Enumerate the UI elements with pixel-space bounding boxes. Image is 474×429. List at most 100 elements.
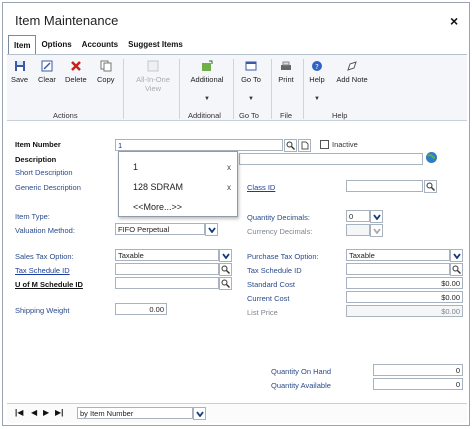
description-label: Description: [15, 155, 57, 164]
sort-order-select[interactable]: by Item Number: [77, 407, 193, 419]
close-icon[interactable]: ×: [450, 13, 458, 29]
purchase-tax-schedule-id-label: Tax Schedule ID: [247, 266, 302, 275]
tab-item[interactable]: Item: [8, 35, 37, 55]
purchase-tax-schedule-id-input[interactable]: [346, 263, 450, 275]
item-lookup-button[interactable]: [284, 139, 297, 152]
item-note-button[interactable]: [298, 139, 311, 152]
class-id-lookup-button[interactable]: [424, 180, 437, 193]
generic-description-label: Generic Description: [15, 183, 81, 192]
sales-tax-option-select[interactable]: Taxable: [115, 249, 219, 261]
help-dropdown-icon[interactable]: ▼: [314, 96, 320, 102]
all-in-one-view-button[interactable]: All-In-One View: [131, 59, 175, 93]
ribbon-separator: [303, 59, 304, 119]
tax-schedule-lookup-button[interactable]: [219, 263, 232, 276]
copy-button[interactable]: Copy: [97, 59, 115, 84]
goto-label: Go To: [241, 75, 261, 84]
ribbon-separator: [179, 59, 180, 119]
sort-order-dropdown-icon[interactable]: [193, 407, 206, 420]
copy-label: Copy: [97, 75, 115, 84]
note-icon: [301, 141, 308, 150]
additional-group-label: Additional: [188, 111, 221, 120]
search-icon: [221, 279, 230, 288]
add-note-icon: [345, 59, 359, 73]
actions-group-label: Actions: [53, 111, 78, 120]
print-button[interactable]: Print: [275, 59, 297, 84]
save-label: Save: [11, 75, 29, 84]
item-maintenance-window: Item Maintenance × Item Options Accounts…: [2, 2, 470, 426]
all-in-one-view-label-line2: View: [144, 84, 162, 93]
goto-button[interactable]: Go To: [238, 59, 264, 84]
class-id-link[interactable]: Class ID: [247, 183, 275, 192]
remove-suggestion-icon[interactable]: x: [227, 183, 231, 192]
class-id-input[interactable]: [346, 180, 423, 192]
save-button[interactable]: Save: [11, 59, 28, 84]
copy-icon: [99, 59, 113, 73]
previous-record-icon[interactable]: ◀: [31, 408, 37, 417]
search-icon: [221, 265, 230, 274]
svg-text:?: ?: [315, 63, 319, 71]
all-in-one-view-icon: [146, 59, 160, 73]
goto-dropdown-icon[interactable]: ▼: [248, 96, 254, 102]
currency-decimals-dropdown-icon: [370, 224, 383, 237]
autocomplete-item[interactable]: 128 SDRAM: [133, 182, 183, 192]
list-price-input: $0.00: [346, 305, 463, 317]
purchase-tax-option-dropdown-icon[interactable]: [450, 249, 463, 262]
window-title: Item Maintenance: [15, 13, 119, 28]
additional-dropdown-icon[interactable]: ▼: [204, 96, 210, 102]
additional-button[interactable]: Additional: [187, 59, 227, 84]
tab-bar: Item Options Accounts Suggest Items: [8, 35, 188, 55]
clear-icon: [40, 59, 54, 73]
uom-schedule-lookup-button[interactable]: [219, 277, 232, 290]
shipping-weight-label: Shipping Weight: [15, 306, 70, 315]
uom-schedule-id-input[interactable]: [115, 277, 219, 289]
help-group-label: Help: [332, 111, 348, 120]
description-input[interactable]: [239, 153, 423, 165]
record-navigation-bar: |◀ ◀ ▶ ▶| by Item Number: [7, 403, 467, 423]
clear-button[interactable]: Clear: [38, 59, 56, 84]
item-number-autocomplete-popup: 1 x 128 SDRAM x <<More...>>: [118, 151, 238, 217]
currency-decimals-select: [346, 224, 370, 236]
remove-suggestion-icon[interactable]: x: [227, 163, 231, 172]
valuation-method-dropdown-icon[interactable]: [205, 223, 218, 236]
tax-schedule-id-link[interactable]: Tax Schedule ID: [15, 266, 70, 275]
quantity-decimals-dropdown-icon[interactable]: [370, 210, 383, 223]
add-note-button[interactable]: Add Note: [332, 59, 372, 84]
list-price-label: List Price: [247, 308, 278, 317]
delete-button[interactable]: Delete: [65, 59, 87, 84]
shipping-weight-input[interactable]: 0.00: [115, 303, 167, 315]
search-icon: [452, 265, 461, 274]
tab-options[interactable]: Options: [36, 35, 76, 55]
sales-tax-option-dropdown-icon[interactable]: [219, 249, 232, 262]
current-cost-input[interactable]: $0.00: [346, 291, 463, 303]
inactive-label: Inactive: [332, 140, 358, 149]
delete-icon: [69, 59, 83, 73]
goto-icon: [244, 59, 258, 73]
purchase-tax-schedule-lookup-button[interactable]: [450, 263, 463, 276]
valuation-method-select[interactable]: FIFO Perpetual: [115, 223, 205, 235]
inactive-checkbox[interactable]: [320, 140, 329, 149]
item-type-label: Item Type:: [15, 212, 50, 221]
tab-accounts[interactable]: Accounts: [77, 35, 123, 55]
current-cost-label: Current Cost: [247, 294, 290, 303]
next-record-icon[interactable]: ▶: [43, 408, 49, 417]
tab-suggest-items[interactable]: Suggest Items: [123, 35, 188, 55]
purchase-tax-option-label: Purchase Tax Option:: [247, 252, 319, 261]
purchase-tax-option-select[interactable]: Taxable: [346, 249, 450, 261]
ribbon-separator: [233, 59, 234, 119]
help-button[interactable]: ? Help: [307, 59, 327, 84]
save-icon: [13, 59, 27, 73]
globe-icon[interactable]: [425, 151, 438, 164]
autocomplete-item[interactable]: 1: [133, 162, 138, 172]
all-in-one-view-label-line1: All-In-One: [136, 75, 170, 84]
autocomplete-more-link[interactable]: <<More...>>: [133, 202, 182, 212]
item-number-input[interactable]: 1: [115, 139, 283, 151]
clear-label: Clear: [38, 75, 56, 84]
first-record-icon[interactable]: |◀: [15, 408, 23, 417]
tax-schedule-id-input[interactable]: [115, 263, 219, 275]
uom-schedule-id-link[interactable]: U of M Schedule ID: [15, 280, 83, 289]
search-icon: [286, 141, 295, 150]
last-record-icon[interactable]: ▶|: [55, 408, 63, 417]
standard-cost-input[interactable]: $0.00: [346, 277, 463, 289]
quantity-decimals-select[interactable]: 0: [346, 210, 370, 222]
quantity-available-input: 0: [373, 378, 463, 390]
